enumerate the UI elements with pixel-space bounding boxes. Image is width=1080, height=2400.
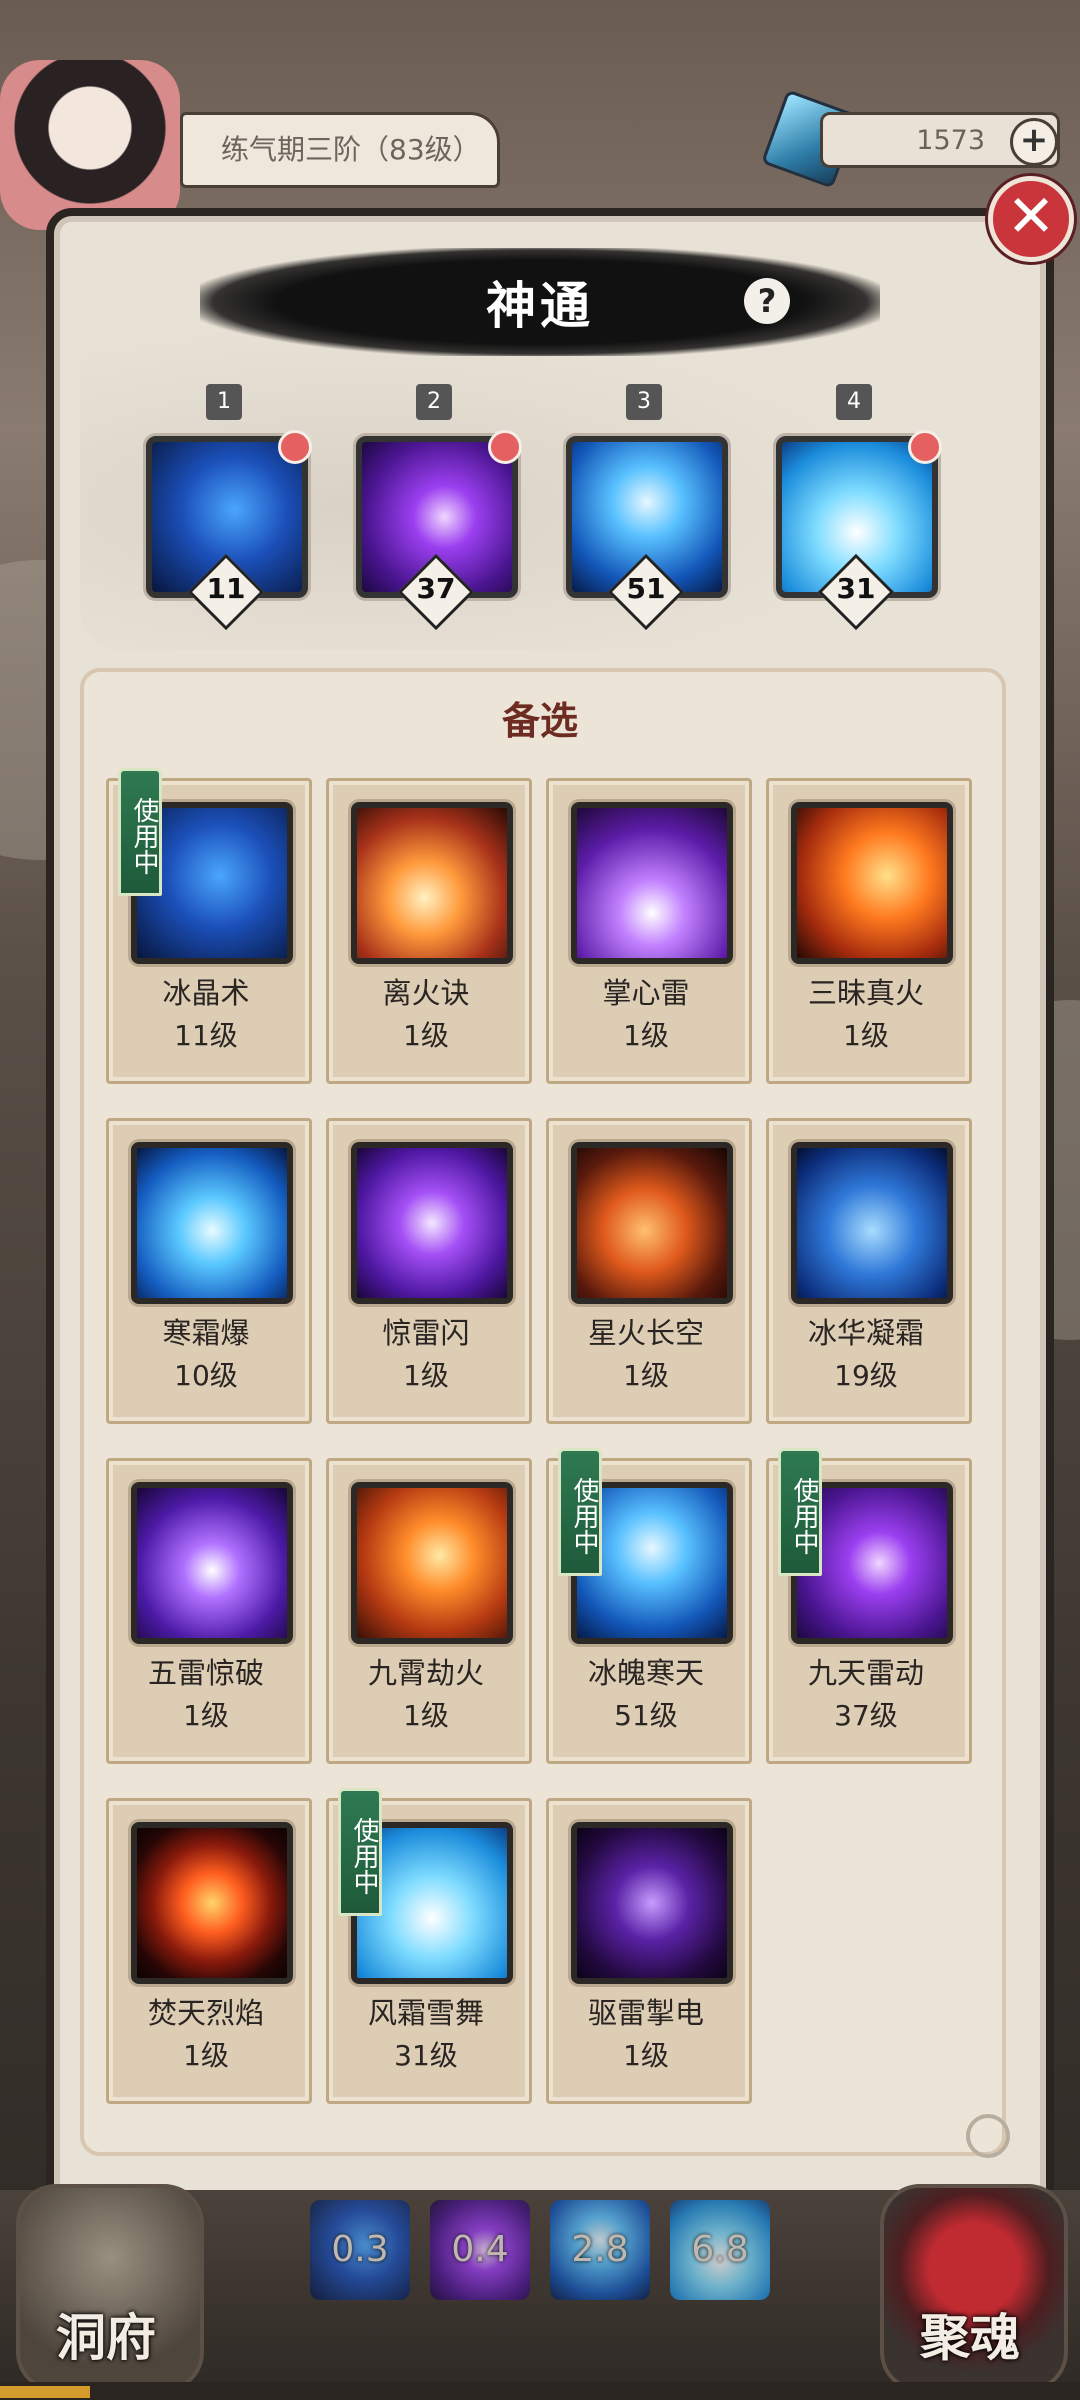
slot-number-badge: 4 — [836, 384, 872, 420]
skill-level: 1级 — [623, 1359, 669, 1392]
skill-name: 冰魄寒天 — [587, 1656, 704, 1690]
skill-level: 51级 — [614, 1699, 678, 1732]
help-button[interactable]: ? — [744, 278, 790, 324]
cooldown-slot: 0.3 — [310, 2200, 410, 2300]
skill-name: 九霄劫火 — [367, 1656, 484, 1690]
in-use-tag: 使用中 — [118, 768, 162, 896]
slot-level: 31 — [836, 572, 876, 605]
skill-name: 寒霜爆 — [162, 1316, 250, 1350]
skill-name: 冰晶术 — [162, 976, 250, 1010]
page-title: 神通 — [486, 277, 594, 335]
skill-level: 19级 — [834, 1359, 898, 1392]
close-button[interactable]: ✕ — [988, 176, 1074, 262]
progress-fill — [0, 2386, 90, 2398]
thunder-flash-skill-icon — [351, 1142, 513, 1304]
swirl-decoration — [966, 2114, 1010, 2158]
slot-level: 37 — [416, 572, 456, 605]
skill-level: 1级 — [623, 2039, 669, 2072]
cooldown-slot: 0.4 — [430, 2200, 530, 2300]
skill-level: 1级 — [843, 1019, 889, 1052]
skill-level: 1级 — [403, 1699, 449, 1732]
cooldown-slot: 2.8 — [550, 2200, 650, 2300]
cooldown-slot: 6.8 — [670, 2200, 770, 2300]
ice-bloom-skill-icon — [791, 1142, 953, 1304]
skill-name: 掌心雷 — [602, 976, 690, 1010]
five-thunder-skill-icon — [131, 1482, 293, 1644]
frost-burst-skill-icon — [131, 1142, 293, 1304]
skill-name: 驱雷掣电 — [587, 1996, 704, 2030]
true-fire-skill-icon — [791, 802, 953, 964]
skill-level: 1级 — [183, 1699, 229, 1732]
palm-lightning-skill-icon — [571, 802, 733, 964]
skill-level: 1级 — [403, 1019, 449, 1052]
fireball-skill-icon — [351, 802, 513, 964]
in-use-tag: 使用中 — [338, 1788, 382, 1916]
slot-number-badge: 1 — [206, 384, 242, 420]
skill-name: 三昧真火 — [807, 976, 924, 1010]
notification-dot — [278, 430, 312, 464]
skill-name: 九天雷动 — [807, 1656, 924, 1690]
skill-level: 1级 — [403, 1359, 449, 1392]
cave-dwelling-label: 洞府 — [56, 2309, 156, 2367]
player-avatar[interactable] — [0, 60, 180, 230]
slot-level: 51 — [626, 572, 666, 605]
slot-number-badge: 2 — [416, 384, 452, 420]
skill-level: 31级 — [394, 2039, 458, 2072]
alternates-title: 备选 — [501, 699, 578, 743]
slot-number-badge: 3 — [626, 384, 662, 420]
in-use-tag: 使用中 — [778, 1448, 822, 1576]
dark-lightning-skill-icon — [571, 1822, 733, 1984]
skill-level: 10级 — [174, 1359, 238, 1392]
tribulation-fire-skill-icon — [351, 1482, 513, 1644]
skill-name: 五雷惊破 — [147, 1656, 264, 1690]
skill-level: 1级 — [183, 2039, 229, 2072]
skill-level: 37级 — [834, 1699, 898, 1732]
cultivation-rank: 练气期三阶（83级） — [180, 112, 500, 188]
progress-track — [0, 2382, 1080, 2400]
skill-name: 风霜雪舞 — [367, 1996, 484, 2030]
skill-name: 焚天烈焰 — [147, 1996, 264, 2030]
skill-name: 惊雷闪 — [382, 1316, 470, 1350]
meteor-fire-skill-icon — [571, 1142, 733, 1304]
skill-name: 星火长空 — [587, 1316, 704, 1350]
fire-vortex-skill-icon — [131, 1822, 293, 1984]
in-use-tag: 使用中 — [558, 1448, 602, 1576]
skill-level: 11级 — [174, 1019, 238, 1052]
notification-dot — [488, 430, 522, 464]
slot-level: 11 — [206, 572, 246, 605]
notification-dot — [908, 430, 942, 464]
gather-soul-label: 聚魂 — [920, 2309, 1020, 2367]
skill-level: 1级 — [623, 1019, 669, 1052]
skill-name: 冰华凝霜 — [807, 1316, 924, 1350]
skill-name: 离火诀 — [382, 976, 470, 1010]
add-currency-button[interactable]: + — [1010, 118, 1058, 166]
